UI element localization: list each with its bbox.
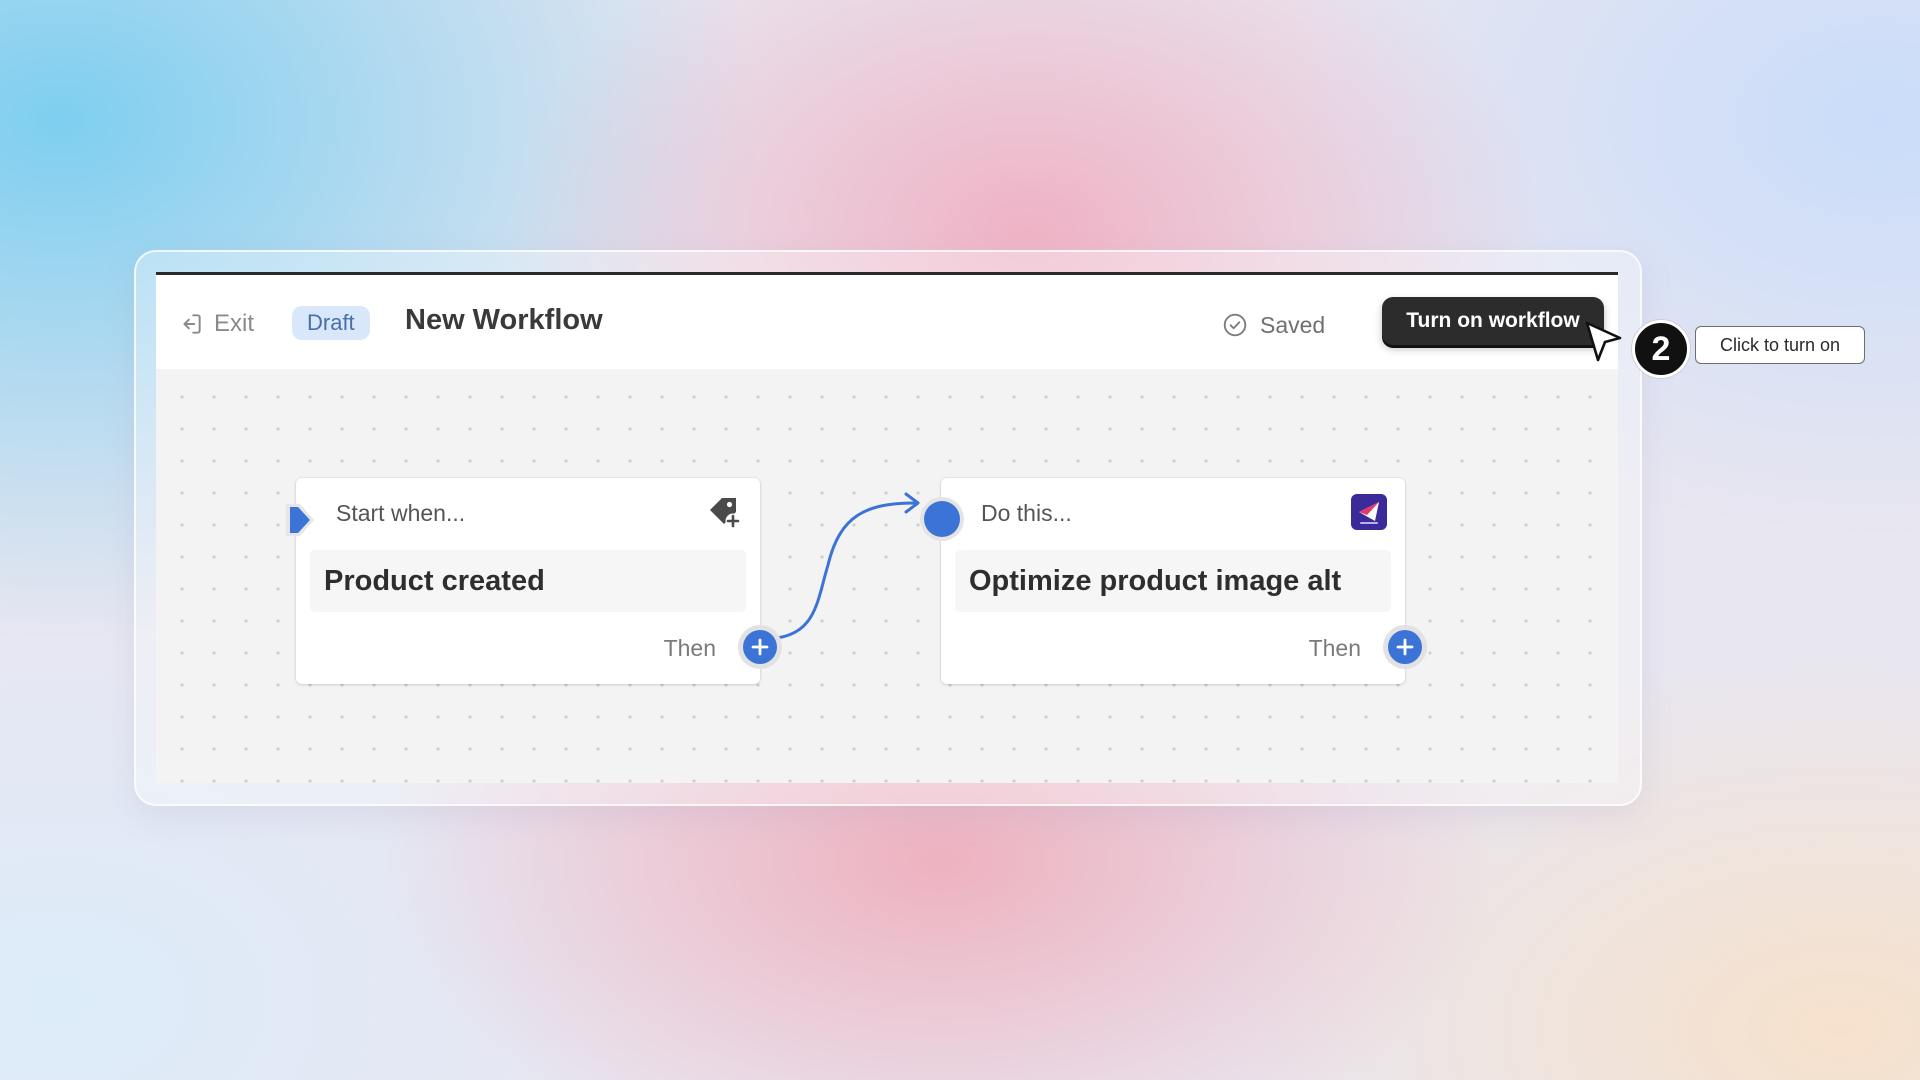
action-node-then-label: Then <box>1308 635 1361 661</box>
turn-on-workflow-button[interactable]: Turn on workflow <box>1382 297 1604 345</box>
exit-icon <box>183 314 201 334</box>
save-status: Saved <box>1222 310 1325 340</box>
editor-header: Exit Draft New Workflow Saved Turn on wo… <box>156 275 1618 369</box>
step-number-badge: 2 <box>1632 320 1690 378</box>
trigger-node-label: Start when... <box>336 500 466 526</box>
action-input-port <box>924 501 960 537</box>
plus-icon <box>1396 638 1414 656</box>
app-logo-icon <box>1351 494 1387 530</box>
plus-icon <box>751 638 769 656</box>
action-node-value: Optimize product image alt <box>955 550 1391 612</box>
page-title[interactable]: New Workflow <box>405 304 603 337</box>
action-node-label: Do this... <box>981 500 1072 526</box>
workflow-editor: Exit Draft New Workflow Saved Turn on wo… <box>156 272 1618 783</box>
add-step-button-1[interactable] <box>743 630 777 664</box>
hint-tooltip: Click to turn on <box>1695 326 1865 364</box>
trigger-node[interactable]: Start when... Product created Then <box>296 478 760 684</box>
tag-plus-icon <box>710 498 741 529</box>
action-node[interactable]: Do this... Optimize product image alt Th… <box>941 478 1405 684</box>
status-badge: Draft <box>292 306 370 340</box>
trigger-node-then-label: Then <box>663 635 716 661</box>
check-circle-icon <box>1223 313 1247 337</box>
exit-label: Exit <box>214 310 255 337</box>
add-step-button-2[interactable] <box>1388 630 1422 664</box>
trigger-node-value: Product created <box>310 550 746 612</box>
mouse-cursor-icon <box>1585 321 1622 362</box>
exit-button[interactable]: Exit <box>178 309 254 339</box>
trigger-start-icon <box>286 504 314 536</box>
saved-label: Saved <box>1260 311 1326 338</box>
